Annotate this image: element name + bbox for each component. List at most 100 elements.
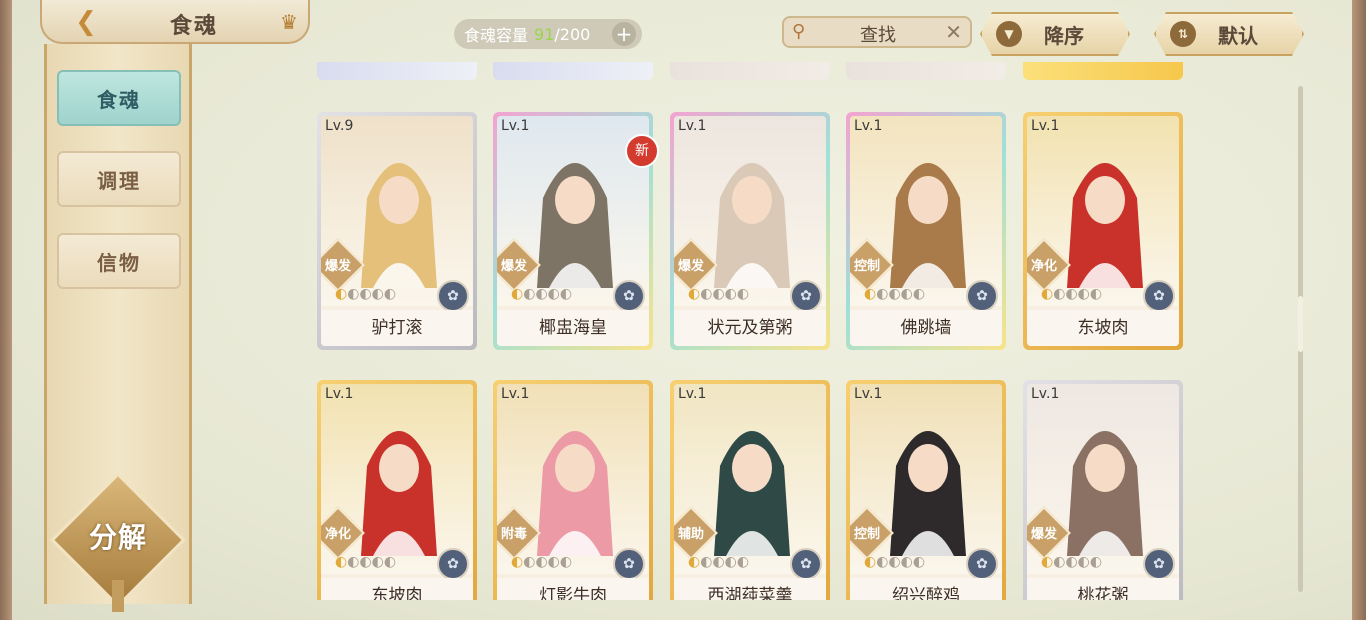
partial-card-top	[493, 62, 653, 80]
capacity-display: 食魂容量 91/200 +	[454, 19, 642, 49]
level-label: Lv.1	[501, 118, 530, 134]
food-soul-card[interactable]: Lv.9 爆发 ◐◐◐◐◐ ✿ 驴打滚	[317, 112, 477, 350]
level-label: Lv.1	[1031, 386, 1060, 402]
search-label: 查找	[860, 25, 896, 46]
element-flower-icon: ✿	[1143, 280, 1175, 312]
sort-default-button[interactable]: ⇅ 默认	[1154, 12, 1304, 56]
sidebar-item-label: 调理	[97, 168, 141, 193]
sidebar-item-label: 信物	[97, 250, 141, 275]
clear-icon[interactable]: ✕	[945, 20, 962, 44]
role-label: 净化	[1030, 259, 1057, 274]
card-inner: Lv.1 控制 ◐◐◐◐◐ ✿ 佛跳墙	[850, 116, 1002, 346]
level-label: Lv.1	[678, 386, 707, 402]
card-inner: Lv.1 爆发 ◐◐◐◐◐ ✿ 桃花粥	[1027, 384, 1179, 600]
role-label: 爆发	[1030, 527, 1057, 542]
element-flower-icon: ✿	[437, 548, 469, 580]
capacity-label: 食魂容量	[464, 26, 529, 45]
capacity-current: 91	[534, 24, 555, 44]
card-name: 桃花粥	[1027, 578, 1179, 600]
sort-descending-button[interactable]: ▼ 降序	[980, 12, 1130, 56]
element-flower-icon: ✿	[1143, 548, 1175, 580]
scrollbar[interactable]	[1298, 86, 1303, 592]
character-illustration	[361, 431, 437, 556]
food-soul-card[interactable]: Lv.1 附毒 ◐◐◐◐◐ ✿ 灯影牛肉	[493, 380, 653, 600]
card-inner: Lv.9 爆发 ◐◐◐◐◐ ✿ 驴打滚	[321, 116, 473, 346]
card-inner: Lv.1 控制 ◐◐◐◐◐ ✿ 绍兴醉鸡	[850, 384, 1002, 600]
star-rating: ◐◐◐◐◐	[335, 286, 397, 302]
sidebar-item-food-souls[interactable]: 食魂	[57, 70, 181, 126]
role-label: 爆发	[677, 259, 704, 274]
partial-card-top	[670, 62, 830, 80]
card-name: 驴打滚	[321, 310, 473, 346]
character-illustration	[1067, 163, 1143, 288]
left-frame	[0, 0, 12, 620]
element-flower-icon: ✿	[966, 280, 998, 312]
partial-card-top	[317, 62, 477, 80]
character-illustration	[1067, 431, 1143, 556]
role-label: 爆发	[324, 259, 351, 274]
character-illustration	[890, 431, 966, 556]
card-inner: Lv.1 净化 ◐◐◐◐◐ ✿ 东坡肉	[321, 384, 473, 600]
character-illustration	[714, 431, 790, 556]
element-flower-icon: ✿	[613, 548, 645, 580]
card-inner: Lv.1 净化 ◐◐◐◐◐ ✿ 东坡肉	[1027, 116, 1179, 346]
card-name: 绍兴醉鸡	[850, 578, 1002, 600]
level-label: Lv.1	[854, 118, 883, 134]
card-name: 状元及第粥	[674, 310, 826, 346]
character-illustration	[537, 163, 613, 288]
capacity-max: /200	[554, 24, 591, 44]
food-soul-card[interactable]: Lv.1 净化 ◐◐◐◐◐ ✿ 东坡肉	[317, 380, 477, 600]
card-inner: Lv.1 辅助 ◐◐◐◐◐ ✿ 西湖莼菜羹	[674, 384, 826, 600]
crown-icon[interactable]: ♛	[276, 10, 302, 34]
sort-default-label: 默认	[1218, 23, 1258, 48]
character-illustration	[537, 431, 613, 556]
character-illustration	[890, 163, 966, 288]
level-label: Lv.1	[325, 386, 354, 402]
triangle-down-icon: ▼	[996, 21, 1022, 47]
level-label: Lv.1	[854, 386, 883, 402]
food-soul-card[interactable]: Lv.1 控制 ◐◐◐◐◐ ✿ 绍兴醉鸡	[846, 380, 1006, 600]
card-name: 佛跳墙	[850, 310, 1002, 346]
star-rating: ◐◐◐◐◐	[864, 554, 926, 570]
food-soul-card[interactable]: Lv.1 净化 ◐◐◐◐◐ ✿ 东坡肉	[1023, 112, 1183, 350]
role-label: 净化	[324, 527, 351, 542]
level-label: Lv.1	[501, 386, 530, 402]
decompose-label: 分解	[88, 521, 147, 554]
food-soul-card[interactable]: Lv.1 爆发 ◐◐◐◐◐ ✿ 状元及第粥	[670, 112, 830, 350]
sidebar-item-conditioning[interactable]: 调理	[57, 151, 181, 207]
food-soul-card[interactable]: Lv.1 控制 ◐◐◐◐◐ ✿ 佛跳墙	[846, 112, 1006, 350]
star-rating: ◐◐◐◐◐	[864, 286, 926, 302]
card-grid[interactable]: Lv.9 爆发 ◐◐◐◐◐ ✿ 驴打滚 Lv.1 爆发 ◐◐◐◐◐ ✿ 椰盅海皇新 Lv.1 爆发 ◐◐…	[300, 56, 1300, 600]
sidebar-item-tokens[interactable]: 信物	[57, 233, 181, 289]
search-box[interactable]: ⚲ 查找 ✕	[782, 16, 972, 48]
partial-card-top	[1023, 62, 1183, 80]
role-label: 附毒	[500, 527, 527, 542]
star-rating: ◐◐◐◐◐	[511, 286, 573, 302]
capacity-plus-button[interactable]: +	[612, 22, 636, 46]
decompose-tassel	[112, 580, 124, 612]
sidebar-item-label: 食魂	[97, 87, 141, 112]
page-title: 食魂	[170, 14, 219, 39]
card-name: 西湖莼菜羹	[674, 578, 826, 600]
card-inner: Lv.1 附毒 ◐◐◐◐◐ ✿ 灯影牛肉	[497, 384, 649, 600]
new-badge: 新	[625, 134, 659, 168]
scrollbar-thumb[interactable]	[1298, 296, 1303, 352]
role-label: 控制	[853, 527, 880, 542]
star-rating: ◐◐◐◐◐	[1041, 286, 1103, 302]
back-button[interactable]: ❮	[66, 4, 106, 40]
sort-arrows-icon: ⇅	[1170, 21, 1196, 47]
element-flower-icon: ✿	[966, 548, 998, 580]
food-soul-card[interactable]: Lv.1 爆发 ◐◐◐◐◐ ✿ 桃花粥	[1023, 380, 1183, 600]
element-flower-icon: ✿	[613, 280, 645, 312]
food-soul-card[interactable]: Lv.1 爆发 ◐◐◐◐◐ ✿ 椰盅海皇 新	[493, 112, 659, 350]
element-flower-icon: ✿	[790, 280, 822, 312]
search-icon: ⚲	[792, 21, 806, 42]
level-label: Lv.1	[1031, 118, 1060, 134]
star-rating: ◐◐◐◐◐	[688, 286, 750, 302]
star-rating: ◐◐◐◐◐	[335, 554, 397, 570]
food-soul-card[interactable]: Lv.1 辅助 ◐◐◐◐◐ ✿ 西湖莼菜羹	[670, 380, 830, 600]
role-label: 爆发	[500, 259, 527, 274]
right-frame	[1352, 0, 1366, 620]
star-rating: ◐◐◐◐◐	[511, 554, 573, 570]
card-name: 灯影牛肉	[497, 578, 649, 600]
